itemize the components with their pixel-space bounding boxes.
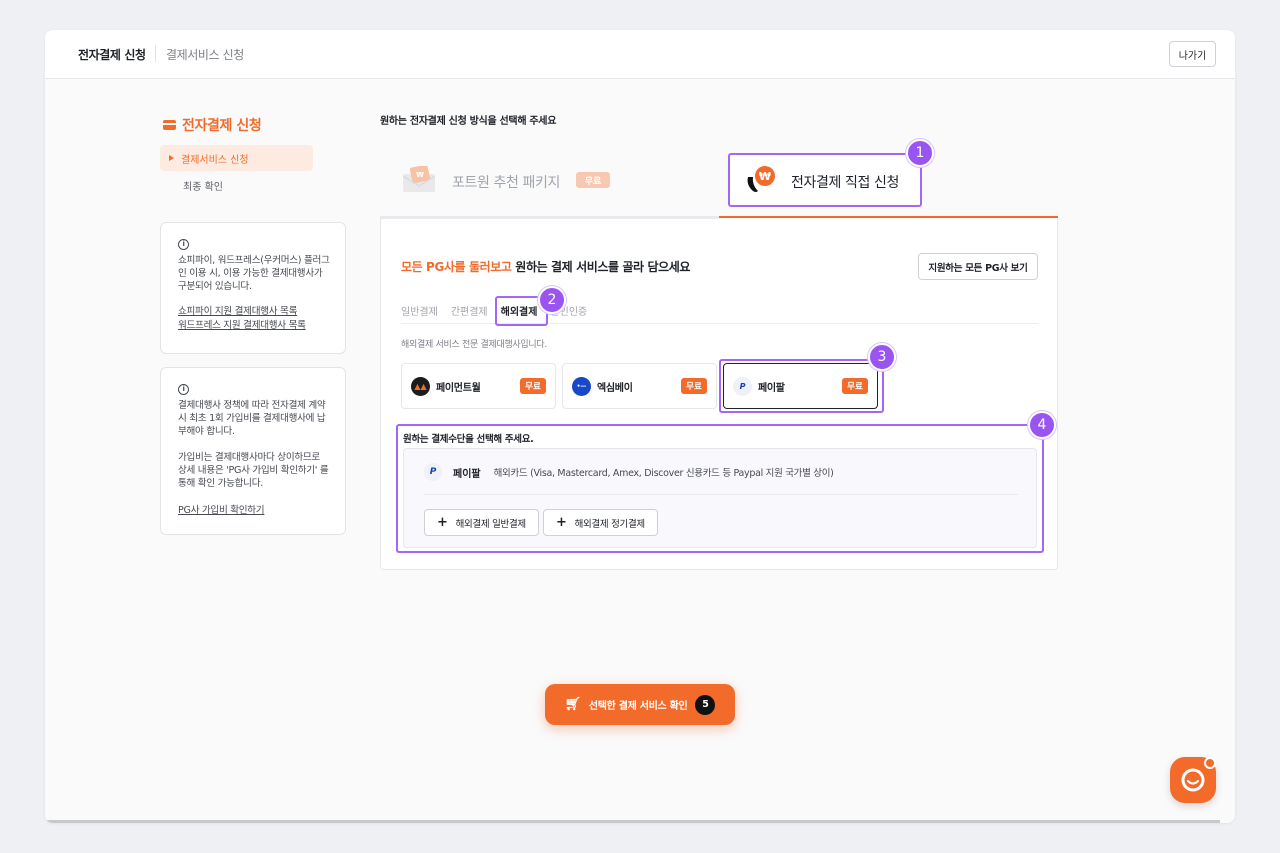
highlight-outline: [719, 359, 884, 413]
pg-name: 페이먼트월: [436, 382, 481, 394]
shopify-pg-list-link[interactable]: 쇼피파이 지원 결제대행사 목록: [178, 305, 331, 318]
notification-dot: [1204, 757, 1216, 769]
svg-text:₩: ₩: [759, 170, 771, 183]
sidebar-title: 전자결제 신청: [163, 115, 262, 135]
step-badge-4: 4: [1028, 411, 1056, 439]
sidebar-item-payment-service[interactable]: 결제서비스 신청: [160, 145, 313, 171]
pg-card-paymentwall[interactable]: ▲▲ 페이먼트월 무료: [401, 363, 556, 409]
step-badge-3: 3: [868, 343, 896, 371]
payment-method-section: 원하는 결제수단을 선택해 주세요. P 페이팔 해외카드 (Visa, Mas…: [396, 424, 1044, 553]
add-overseas-general-button[interactable]: + 해외결제 일반결제: [424, 509, 539, 536]
pg-panel: 모든 PG사를 둘러보고 원하는 결제 서비스를 골라 담으세요 지원하는 모든…: [380, 219, 1058, 570]
page-title: 전자결제 신청: [78, 48, 146, 62]
selected-count-badge: 5: [695, 694, 716, 715]
paymentwall-logo-icon: ▲▲: [411, 376, 430, 396]
eximbay-logo-icon: •—: [572, 376, 591, 396]
pg-name: 엑심베이: [597, 382, 633, 394]
top-bar: 전자결제 신청 결제서비스 신청 나가기: [45, 30, 1235, 79]
tab-label: 포트원 추천 패키지: [452, 175, 560, 191]
window-bottom-edge: [45, 820, 1220, 823]
info-box-plugin: i 쇼피파이, 워드프레스(우커머스) 플러그인 이용 시, 이용 가능한 결제…: [160, 222, 346, 354]
app-window: 전자결제 신청 결제서비스 신청 나가기 전자결제 신청 결제서비스 신청 최종…: [45, 30, 1235, 823]
info-text: 결제대행사 정책에 따라 전자결제 계약 시 최초 1회 가입비를 결제대행사에…: [178, 400, 326, 437]
caret-right-icon: [169, 155, 174, 161]
payment-method-card: P 페이팔 해외카드 (Visa, Mastercard, Amex, Disc…: [403, 448, 1037, 548]
info-icon: i: [178, 384, 189, 395]
wordpress-pg-list-link[interactable]: 워드프레스 지원 결제대행사 목록: [178, 319, 331, 332]
envelope-icon: ₩: [403, 166, 435, 192]
method-description: 해외카드 (Visa, Mastercard, Amex, Discover 신…: [493, 468, 834, 479]
confirm-selected-services-button[interactable]: 🛒︎ 선택한 결제 서비스 확인 5: [545, 684, 735, 725]
tab-active-underline: [719, 216, 1058, 218]
view-all-pg-button[interactable]: 지원하는 모든 PG사 보기: [918, 253, 1038, 280]
add-overseas-recurring-button[interactable]: + 해외결제 정기결제: [543, 509, 658, 536]
free-badge: 무료: [681, 378, 707, 394]
info-text: 쇼피파이, 워드프레스(우커머스) 플러그인 이용 시, 이용 가능한 결제대행…: [178, 255, 330, 292]
info-text: 가입비는 결제대행사마다 상이하므로 상세 내용은 'PG사 가입비 확인하기'…: [178, 452, 329, 489]
method-row: P 페이팔 해외카드 (Visa, Mastercard, Amex, Disc…: [424, 463, 834, 481]
info-icon: i: [178, 239, 189, 250]
plus-icon: +: [437, 515, 448, 530]
method-pg-name: 페이팔: [453, 468, 481, 480]
info-box-fee: i 결제대행사 정책에 따라 전자결제 계약 시 최초 1회 가입비를 결제대행…: [160, 367, 346, 535]
headline-highlight: 모든 PG사를 둘러보고: [401, 260, 512, 274]
title-divider: [155, 45, 156, 62]
paypal-logo-icon: P: [424, 463, 442, 481]
payment-logo-icon: ₩: [747, 166, 775, 192]
button-label: 해외결제 일반결제: [455, 518, 527, 530]
headline-rest: 원하는 결제 서비스를 골라 담으세요: [511, 260, 691, 274]
breadcrumb: 결제서비스 신청: [166, 48, 244, 62]
panel-headline: 모든 PG사를 둘러보고 원하는 결제 서비스를 골라 담으세요: [401, 258, 690, 275]
step-badge-1: 1: [906, 139, 934, 167]
method-divider: [424, 494, 1018, 495]
exit-button[interactable]: 나가기: [1169, 41, 1216, 67]
cart-icon: 🛒︎: [564, 697, 582, 712]
sidebar-item-final-confirm[interactable]: 최종 확인: [183, 178, 223, 193]
tab-label: 전자결제 직접 신청: [791, 175, 899, 191]
free-badge: 무료: [576, 172, 610, 188]
free-badge: 무료: [520, 378, 546, 394]
credit-card-icon: [163, 120, 176, 130]
tab-direct-apply[interactable]: ₩ 전자결제 직접 신청: [728, 153, 922, 207]
cta-label: 선택한 결제 서비스 확인: [588, 701, 688, 712]
method-select-prompt: 원하는 전자결제 신청 방식을 선택해 주세요: [380, 116, 557, 127]
chat-icon: [1181, 768, 1205, 792]
pg-card-eximbay[interactable]: •— 엑심베이 무료: [562, 363, 717, 409]
button-label: 해외결제 정기결제: [574, 518, 646, 530]
sidebar-item-label: 결제서비스 신청: [181, 154, 249, 166]
plus-icon: +: [556, 515, 567, 530]
sidebar-title-text: 전자결제 신청: [182, 118, 262, 134]
step-badge-2: 2: [538, 286, 566, 314]
method-prompt: 원하는 결제수단을 선택해 주세요.: [403, 434, 534, 445]
tab-portone-package[interactable]: ₩ 포트원 추천 패키지 무료: [380, 148, 718, 218]
subtab-description: 해외결제 서비스 전문 결제대행사입니다.: [401, 340, 547, 350]
svg-text:₩: ₩: [416, 171, 424, 179]
pg-fee-link[interactable]: PG사 가입비 확인하기: [178, 504, 331, 517]
